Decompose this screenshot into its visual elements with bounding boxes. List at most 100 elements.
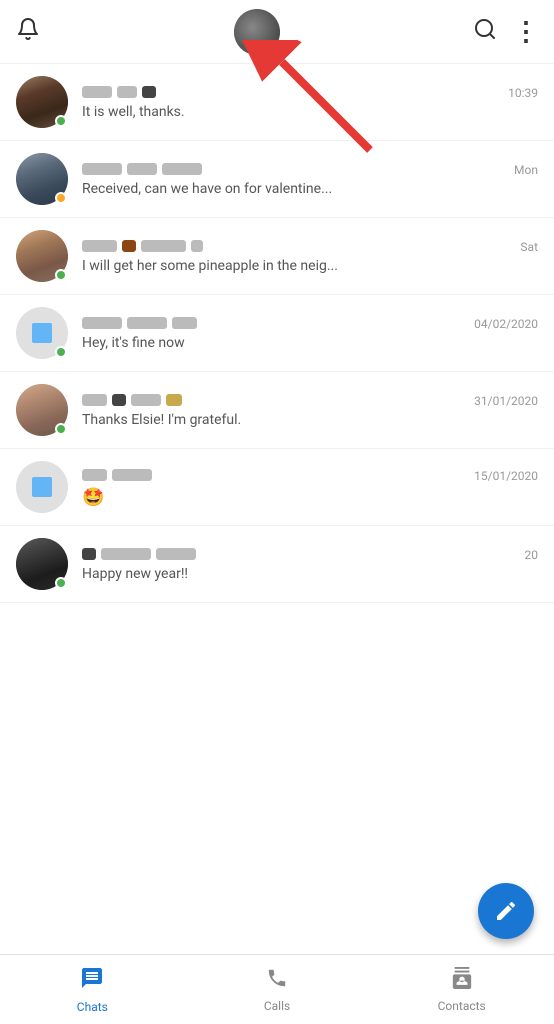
avatar-wrap xyxy=(16,538,68,590)
header: ⋮ xyxy=(0,0,554,64)
online-status-dot xyxy=(55,269,67,281)
chat-message: I will get her some pineapple in the nei… xyxy=(82,258,538,274)
nav-item-chats[interactable]: Chats xyxy=(0,958,185,1022)
chat-name-blur xyxy=(82,394,466,406)
name-block xyxy=(82,240,117,252)
chat-content: 20 Happy new year!! xyxy=(82,546,538,582)
chat-name-row: Sat xyxy=(82,238,538,254)
bell-icon[interactable] xyxy=(16,17,40,47)
chat-item[interactable]: Mon Received, can we have on for valenti… xyxy=(0,141,554,218)
chat-message: 🤩 xyxy=(82,487,538,508)
name-block xyxy=(82,394,107,406)
name-block xyxy=(82,163,122,175)
chat-item[interactable]: 20 Happy new year!! xyxy=(0,526,554,603)
name-block xyxy=(82,86,112,98)
contacts-nav-label: Contacts xyxy=(438,999,486,1013)
header-right-icons: ⋮ xyxy=(473,17,538,47)
nav-item-calls[interactable]: Calls xyxy=(185,959,370,1021)
name-block xyxy=(127,163,157,175)
chat-time: 10:39 xyxy=(508,84,538,100)
name-block xyxy=(172,317,197,329)
chat-time: 31/01/2020 xyxy=(474,392,538,408)
chat-time: Mon xyxy=(514,161,538,177)
chat-content: Mon Received, can we have on for valenti… xyxy=(82,161,538,197)
chat-name-blur xyxy=(82,317,466,329)
profile-online-dot xyxy=(268,43,280,55)
chat-time: Sat xyxy=(520,238,538,254)
chat-item[interactable]: 15/01/2020 🤩 xyxy=(0,449,554,526)
online-status-dot xyxy=(55,577,67,589)
avatar-placeholder-square xyxy=(32,323,52,343)
chat-content: 15/01/2020 🤩 xyxy=(82,467,538,508)
chat-name-blur xyxy=(82,86,500,98)
chat-message: Hey, it's fine now xyxy=(82,335,538,351)
calls-nav-label: Calls xyxy=(264,999,290,1013)
name-block xyxy=(101,548,151,560)
contacts-nav-icon xyxy=(451,967,473,995)
chat-item[interactable]: 04/02/2020 Hey, it's fine now xyxy=(0,295,554,372)
calls-nav-icon xyxy=(266,967,288,995)
chat-name-row: 04/02/2020 xyxy=(82,315,538,331)
chat-content: 31/01/2020 Thanks Elsie! I'm grateful. xyxy=(82,392,538,428)
name-block xyxy=(82,469,107,481)
name-block xyxy=(156,548,196,560)
name-block xyxy=(141,240,186,252)
chat-content: 10:39 It is well, thanks. xyxy=(82,84,538,120)
chat-name-blur xyxy=(82,240,512,252)
name-block xyxy=(162,163,202,175)
chat-message: Thanks Elsie! I'm grateful. xyxy=(82,412,538,428)
search-icon[interactable] xyxy=(473,17,497,47)
avatar-placeholder-square xyxy=(32,477,52,497)
chat-message: Happy new year!! xyxy=(82,566,538,582)
compose-fab-button[interactable] xyxy=(478,883,534,939)
chat-name-row: 10:39 xyxy=(82,84,538,100)
name-block xyxy=(166,394,182,406)
chat-message: It is well, thanks. xyxy=(82,104,538,120)
online-status-dot xyxy=(55,346,67,358)
online-status-dot xyxy=(55,423,67,435)
avatar-wrap xyxy=(16,307,68,359)
chat-time: 15/01/2020 xyxy=(474,467,538,483)
online-status-dot xyxy=(55,115,67,127)
chat-item[interactable]: 31/01/2020 Thanks Elsie! I'm grateful. xyxy=(0,372,554,449)
chat-name-row: 20 xyxy=(82,546,538,562)
chat-name-row: Mon xyxy=(82,161,538,177)
chat-item[interactable]: 10:39 It is well, thanks. xyxy=(0,64,554,141)
name-block xyxy=(112,394,126,406)
chats-nav-icon xyxy=(80,966,104,996)
name-block xyxy=(142,86,156,98)
chat-item[interactable]: Sat I will get her some pineapple in the… xyxy=(0,218,554,295)
name-block xyxy=(122,240,136,252)
avatar-wrap xyxy=(16,461,68,513)
chat-time: 04/02/2020 xyxy=(474,315,538,331)
chat-content: 04/02/2020 Hey, it's fine now xyxy=(82,315,538,351)
name-block xyxy=(191,240,203,252)
name-block xyxy=(117,86,137,98)
nav-item-contacts[interactable]: Contacts xyxy=(369,959,554,1021)
chat-name-blur xyxy=(82,163,506,175)
more-icon[interactable]: ⋮ xyxy=(513,17,538,47)
avatar-wrap xyxy=(16,384,68,436)
bottom-navigation: Chats Calls Contacts xyxy=(0,954,554,1024)
chat-time: 20 xyxy=(525,546,539,562)
avatar-wrap xyxy=(16,153,68,205)
chat-message: Received, can we have on for valentine..… xyxy=(82,181,538,197)
name-block xyxy=(131,394,161,406)
avatar-wrap xyxy=(16,230,68,282)
avatar-wrap xyxy=(16,76,68,128)
chat-name-blur xyxy=(82,548,517,560)
avatar xyxy=(16,461,68,513)
chat-list: 10:39 It is well, thanks. Mon Received, … xyxy=(0,64,554,954)
online-status-dot xyxy=(55,192,67,204)
chat-name-row: 31/01/2020 xyxy=(82,392,538,408)
chat-name-row: 15/01/2020 xyxy=(82,467,538,483)
name-block xyxy=(127,317,167,329)
name-block xyxy=(82,548,96,560)
chat-name-blur xyxy=(82,469,466,481)
name-block xyxy=(82,317,122,329)
emoji-message: 🤩 xyxy=(82,487,104,508)
name-block xyxy=(112,469,152,481)
profile-avatar-wrap[interactable] xyxy=(234,9,280,55)
chat-content: Sat I will get her some pineapple in the… xyxy=(82,238,538,274)
chats-nav-label: Chats xyxy=(77,1000,108,1014)
